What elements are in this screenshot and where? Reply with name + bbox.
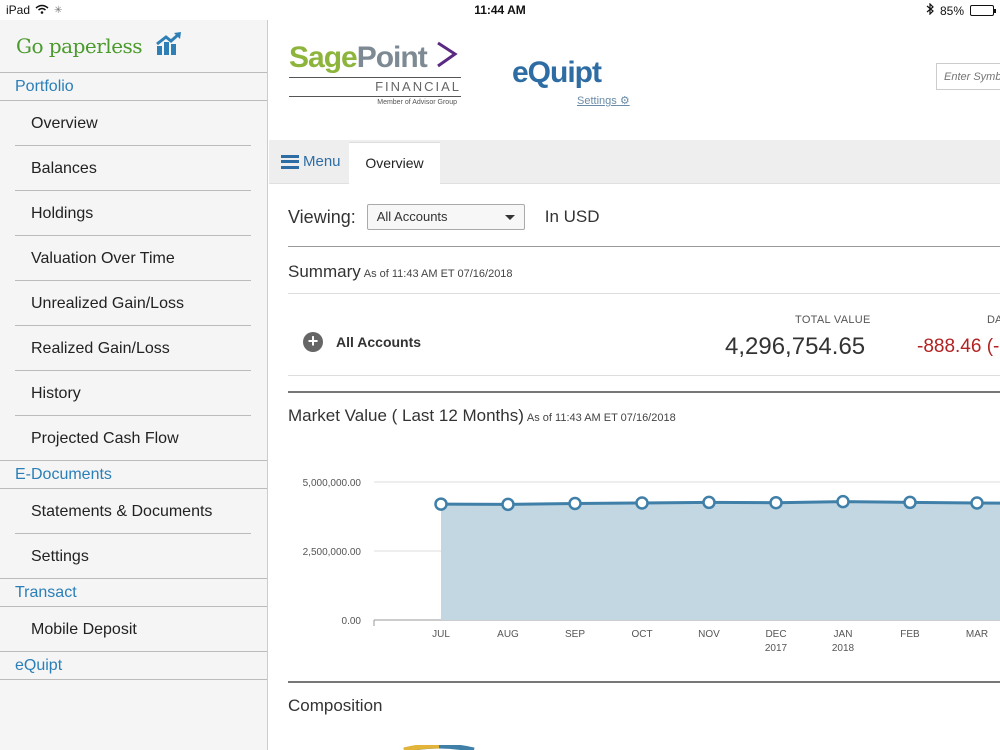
sidebar-item-overview[interactable]: Overview bbox=[15, 101, 251, 146]
sidebar-item-mobile-deposit[interactable]: Mobile Deposit bbox=[0, 607, 267, 652]
caret-down-icon bbox=[504, 215, 515, 220]
divider bbox=[288, 293, 1000, 294]
sidebar-section-transact[interactable]: Transact bbox=[0, 579, 267, 607]
viewing-label: Viewing: bbox=[288, 206, 356, 227]
day-change-value: -888.46 (-0 bbox=[917, 336, 1000, 357]
go-paperless-banner[interactable]: Go paperless bbox=[0, 20, 267, 73]
sidebar-nav: Portfolio Overview Balances Holdings Valuati… bbox=[0, 73, 267, 680]
logo-name-point: Point bbox=[356, 41, 428, 74]
summary-asof: As of 11:43 AM ET 07/16/2018 bbox=[363, 268, 513, 280]
tab-bar: Menu Overview bbox=[269, 140, 1000, 184]
y-tick-label: 5,000,000.00 bbox=[303, 478, 362, 489]
currency-label: In USD bbox=[544, 207, 600, 226]
y-tick-label: 2,500,000.00 bbox=[303, 547, 362, 558]
sidebar-item-projected-cash-flow[interactable]: Projected Cash Flow bbox=[0, 416, 267, 461]
divider bbox=[288, 391, 1000, 393]
menu-label: Menu bbox=[303, 153, 341, 170]
main-content: SagePoint FINANCIAL Member of Advisor Gr… bbox=[269, 20, 1000, 750]
sidebar-item-settings[interactable]: Settings bbox=[0, 534, 267, 579]
status-time: 11:44 AM bbox=[474, 3, 526, 17]
sidebar-section-portfolio[interactable]: Portfolio bbox=[0, 73, 267, 101]
account-name: All Accounts bbox=[336, 334, 422, 350]
sidebar-section-equipt[interactable]: eQuipt bbox=[0, 652, 267, 680]
account-select-value: All Accounts bbox=[376, 209, 448, 224]
account-row[interactable]: + All Accounts bbox=[303, 332, 421, 352]
sidebar-item-history[interactable]: History bbox=[15, 371, 251, 416]
market-value-title: Market Value ( Last 12 Months) bbox=[288, 406, 524, 425]
account-select[interactable]: All Accounts bbox=[366, 204, 525, 230]
market-value-heading: Market Value ( Last 12 Months) As of 11:4… bbox=[288, 406, 676, 426]
expand-plus-icon[interactable]: + bbox=[303, 332, 323, 352]
total-value: 4,296,754.65 bbox=[725, 333, 866, 360]
tab-overview[interactable]: Overview bbox=[349, 142, 440, 184]
divider bbox=[288, 246, 1000, 247]
x-tick-label: FEB bbox=[900, 629, 920, 640]
sidebar-item-holdings[interactable]: Holdings bbox=[15, 191, 251, 236]
menu-button[interactable]: Menu bbox=[281, 153, 341, 170]
x-tick-year-label: 2017 bbox=[765, 643, 788, 654]
status-bar: iPad ✳ 11:44 AM 85% bbox=[0, 0, 1000, 20]
equipt-settings-label: Settings bbox=[577, 95, 617, 107]
logo-name-sage: Sage bbox=[289, 41, 358, 74]
equipt-logo: eQuipt bbox=[512, 56, 602, 89]
sidebar-item-balances[interactable]: Balances bbox=[15, 146, 251, 191]
composition-donut-chart bbox=[403, 745, 475, 750]
header: SagePoint FINANCIAL Member of Advisor Gr… bbox=[269, 20, 1000, 140]
viewing-row: Viewing: All Accounts In USD bbox=[288, 204, 600, 230]
x-tick-label: MAR bbox=[966, 629, 988, 640]
equipt-settings-link[interactable]: Settings ⚙ bbox=[577, 94, 630, 107]
day-change-label: DA bbox=[987, 314, 1000, 326]
data-point bbox=[635, 496, 649, 510]
sidebar: Go paperless Portfolio Overview Balances Ho… bbox=[0, 20, 268, 750]
symbol-search-input[interactable] bbox=[936, 63, 1000, 90]
data-point bbox=[769, 495, 783, 510]
logo-chevron-icon bbox=[437, 41, 458, 68]
data-point bbox=[434, 497, 448, 511]
sidebar-section-e-documents[interactable]: E-Documents bbox=[0, 461, 267, 489]
sagepoint-logo: SagePoint FINANCIAL Member of Advisor Gr… bbox=[289, 42, 461, 106]
logo-tagline: Member of Advisor Group bbox=[289, 96, 461, 106]
battery-icon bbox=[970, 5, 996, 16]
area-fill bbox=[441, 501, 1000, 620]
status-right: 85% bbox=[926, 2, 996, 18]
x-tick-label: DEC bbox=[765, 629, 786, 640]
data-point bbox=[568, 496, 582, 511]
divider bbox=[288, 681, 1000, 683]
sidebar-item-realized-gain-loss[interactable]: Realized Gain/Loss bbox=[15, 326, 251, 371]
x-tick-label: NOV bbox=[698, 629, 720, 640]
data-point bbox=[970, 496, 984, 510]
sidebar-item-valuation-over-time[interactable]: Valuation Over Time bbox=[15, 236, 251, 281]
data-point bbox=[836, 494, 850, 509]
composition-title: Composition bbox=[288, 696, 383, 715]
sidebar-item-statements-documents[interactable]: Statements & Documents bbox=[15, 489, 251, 534]
market-value-chart: 0.00 2,500,000.00 5,000,000.00 JUL AUG SEP OCT… bbox=[303, 478, 1000, 654]
x-tick-label: JUL bbox=[432, 629, 450, 640]
bluetooth-icon bbox=[926, 2, 934, 18]
y-tick-label: 0.00 bbox=[342, 616, 362, 627]
sidebar-item-unrealized-gain-loss[interactable]: Unrealized Gain/Loss bbox=[15, 281, 251, 326]
hamburger-icon bbox=[281, 154, 299, 169]
market-value-asof: As of 11:43 AM ET 07/16/2018 bbox=[526, 412, 676, 424]
gear-icon: ⚙ bbox=[619, 95, 630, 107]
trend-up-icon bbox=[155, 31, 183, 61]
total-value-label: TOTAL VALUE bbox=[795, 314, 871, 326]
data-point bbox=[501, 497, 515, 512]
logo-financial: FINANCIAL bbox=[289, 77, 461, 94]
summary-heading: Summary As of 11:43 AM ET 07/16/2018 bbox=[288, 262, 513, 282]
brand-title: Go paperless bbox=[16, 34, 143, 58]
x-tick-label: OCT bbox=[631, 629, 652, 640]
x-tick-label: AUG bbox=[497, 629, 519, 640]
data-point bbox=[903, 495, 917, 510]
x-tick-year-label: 2018 bbox=[832, 643, 855, 654]
battery-percent: 85% bbox=[939, 3, 964, 18]
x-tick-label: JAN bbox=[834, 629, 853, 640]
logo-name-text: SagePoint bbox=[289, 41, 428, 74]
summary-title: Summary bbox=[288, 262, 361, 281]
x-tick-label: SEP bbox=[565, 629, 585, 640]
data-point bbox=[702, 495, 716, 510]
divider bbox=[288, 375, 1000, 376]
